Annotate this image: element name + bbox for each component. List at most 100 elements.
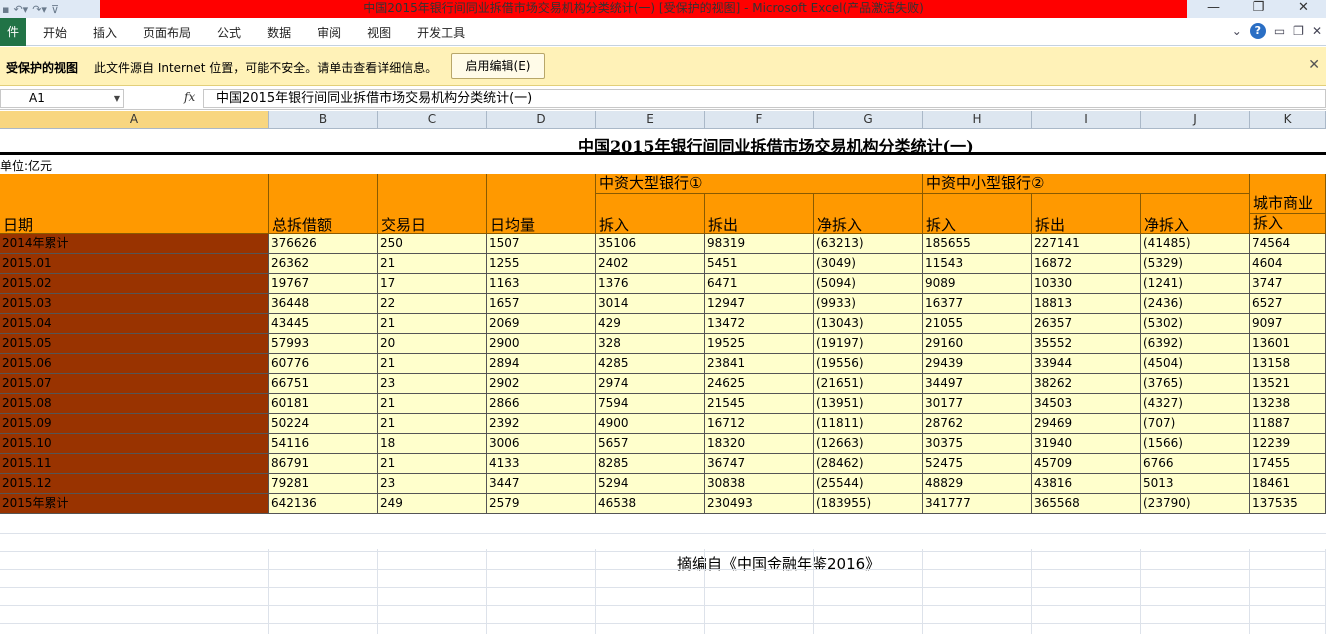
- data-cell[interactable]: 185655: [923, 234, 1032, 254]
- data-cell[interactable]: 16377: [923, 294, 1032, 314]
- data-cell[interactable]: (4504): [1141, 354, 1250, 374]
- data-cell[interactable]: (5329): [1141, 254, 1250, 274]
- data-cell[interactable]: 60776: [269, 354, 378, 374]
- restore-workbook-icon[interactable]: ❐: [1293, 24, 1304, 38]
- data-cell[interactable]: 26357: [1032, 314, 1141, 334]
- tab-page-layout[interactable]: 页面布局: [130, 24, 204, 41]
- data-cell[interactable]: (4327): [1141, 394, 1250, 414]
- column-header-f[interactable]: F: [705, 111, 814, 129]
- undo-icon[interactable]: ↶▾: [13, 3, 28, 16]
- data-cell[interactable]: 13472: [705, 314, 814, 334]
- header-g1-net[interactable]: 净拆入: [814, 194, 923, 234]
- data-cell[interactable]: (6392): [1141, 334, 1250, 354]
- data-cell[interactable]: 74564: [1250, 234, 1326, 254]
- data-cell[interactable]: 3447: [487, 474, 596, 494]
- data-cell[interactable]: (21651): [814, 374, 923, 394]
- data-cell[interactable]: 19525: [705, 334, 814, 354]
- data-cell[interactable]: 46538: [596, 494, 705, 514]
- header-date[interactable]: 日期: [0, 174, 269, 234]
- data-cell[interactable]: 250: [378, 234, 487, 254]
- row-label-cell[interactable]: 2015.12: [0, 474, 269, 494]
- data-cell[interactable]: 9097: [1250, 314, 1326, 334]
- data-cell[interactable]: (63213): [814, 234, 923, 254]
- data-cell[interactable]: 16712: [705, 414, 814, 434]
- data-cell[interactable]: 24625: [705, 374, 814, 394]
- column-header-b[interactable]: B: [269, 111, 378, 129]
- header-total[interactable]: 总拆借额: [269, 174, 378, 234]
- header-g2-net[interactable]: 净拆入: [1141, 194, 1250, 234]
- column-header-c[interactable]: C: [378, 111, 487, 129]
- row-label-cell[interactable]: 2015.10: [0, 434, 269, 454]
- data-cell[interactable]: 5013: [1141, 474, 1250, 494]
- empty-row[interactable]: [0, 552, 1326, 570]
- data-cell[interactable]: 227141: [1032, 234, 1141, 254]
- data-cell[interactable]: 30177: [923, 394, 1032, 414]
- data-cell[interactable]: 18: [378, 434, 487, 454]
- column-header-a[interactable]: A: [0, 111, 269, 129]
- empty-row[interactable]: [0, 570, 1326, 588]
- data-cell[interactable]: 249: [378, 494, 487, 514]
- data-cell[interactable]: 328: [596, 334, 705, 354]
- data-cell[interactable]: 57993: [269, 334, 378, 354]
- data-cell[interactable]: 17455: [1250, 454, 1326, 474]
- data-cell[interactable]: 29469: [1032, 414, 1141, 434]
- data-cell[interactable]: 4604: [1250, 254, 1326, 274]
- tab-data[interactable]: 数据: [254, 24, 304, 41]
- data-cell[interactable]: (707): [1141, 414, 1250, 434]
- protected-view-message[interactable]: 此文件源自 Internet 位置，可能不安全。请单击查看详细信息。: [94, 59, 437, 76]
- data-cell[interactable]: 86791: [269, 454, 378, 474]
- data-cell[interactable]: 7594: [596, 394, 705, 414]
- header-g1-out[interactable]: 拆出: [705, 194, 814, 234]
- data-cell[interactable]: 6766: [1141, 454, 1250, 474]
- data-cell[interactable]: 2069: [487, 314, 596, 334]
- data-cell[interactable]: (25544): [814, 474, 923, 494]
- data-cell[interactable]: 6471: [705, 274, 814, 294]
- data-cell[interactable]: 2894: [487, 354, 596, 374]
- data-cell[interactable]: 18813: [1032, 294, 1141, 314]
- data-cell[interactable]: 3006: [487, 434, 596, 454]
- data-cell[interactable]: (1241): [1141, 274, 1250, 294]
- data-cell[interactable]: 45709: [1032, 454, 1141, 474]
- column-header-h[interactable]: H: [923, 111, 1032, 129]
- data-cell[interactable]: 2902: [487, 374, 596, 394]
- row-label-cell[interactable]: 2015.02: [0, 274, 269, 294]
- data-cell[interactable]: 30838: [705, 474, 814, 494]
- column-header-k[interactable]: K: [1250, 111, 1326, 129]
- data-cell[interactable]: 376626: [269, 234, 378, 254]
- data-cell[interactable]: 5451: [705, 254, 814, 274]
- data-cell[interactable]: 60181: [269, 394, 378, 414]
- data-cell[interactable]: 13238: [1250, 394, 1326, 414]
- data-cell[interactable]: 2900: [487, 334, 596, 354]
- data-cell[interactable]: 230493: [705, 494, 814, 514]
- data-cell[interactable]: 21055: [923, 314, 1032, 334]
- insert-function-icon[interactable]: fx: [184, 90, 195, 104]
- data-cell[interactable]: 5294: [596, 474, 705, 494]
- data-cell[interactable]: 22: [378, 294, 487, 314]
- data-cell[interactable]: (19197): [814, 334, 923, 354]
- data-cell[interactable]: 21: [378, 394, 487, 414]
- data-cell[interactable]: (5302): [1141, 314, 1250, 334]
- data-cell[interactable]: 26362: [269, 254, 378, 274]
- restore-button[interactable]: ❐: [1236, 0, 1281, 18]
- empty-row[interactable]: [0, 534, 1326, 552]
- data-cell[interactable]: 13158: [1250, 354, 1326, 374]
- data-cell[interactable]: 30375: [923, 434, 1032, 454]
- data-cell[interactable]: 43816: [1032, 474, 1141, 494]
- row-label-cell[interactable]: 2015.06: [0, 354, 269, 374]
- data-cell[interactable]: (183955): [814, 494, 923, 514]
- header-avg[interactable]: 日均量: [487, 174, 596, 234]
- data-cell[interactable]: 17: [378, 274, 487, 294]
- customize-qat-icon[interactable]: ⊽: [51, 3, 59, 16]
- data-cell[interactable]: 98319: [705, 234, 814, 254]
- formula-input[interactable]: 中国2015年银行间同业拆借市场交易机构分类统计(一): [203, 89, 1326, 108]
- row-label-cell[interactable]: 2015.11: [0, 454, 269, 474]
- column-header-e[interactable]: E: [596, 111, 705, 129]
- data-cell[interactable]: 1376: [596, 274, 705, 294]
- data-cell[interactable]: (9933): [814, 294, 923, 314]
- data-cell[interactable]: (23790): [1141, 494, 1250, 514]
- data-cell[interactable]: 23: [378, 374, 487, 394]
- data-cell[interactable]: 365568: [1032, 494, 1141, 514]
- data-cell[interactable]: 2392: [487, 414, 596, 434]
- redo-icon[interactable]: ↷▾: [32, 3, 47, 16]
- data-cell[interactable]: (19556): [814, 354, 923, 374]
